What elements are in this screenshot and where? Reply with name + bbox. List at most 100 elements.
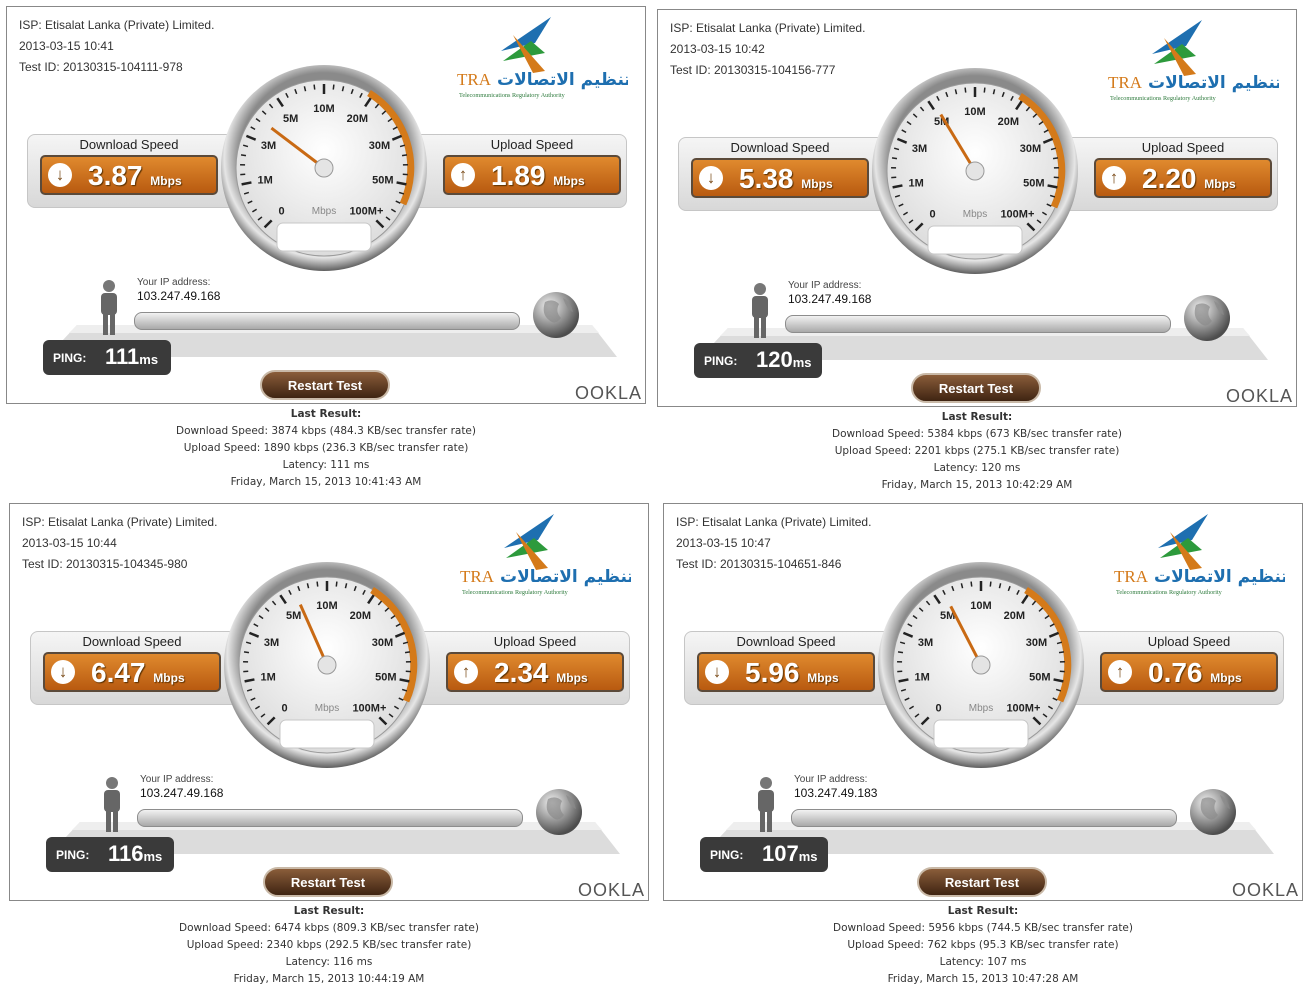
gauge-tick-label: 50M (1023, 178, 1044, 190)
download-value: 3.87 Mbps (88, 160, 182, 192)
result-upload: Upload Speed: 762 kbps (95.3 KB/sec tran… (847, 939, 1119, 951)
tra-full-name: Telecommunications Regulatory Authority (1110, 95, 1217, 102)
restart-test-button[interactable]: Restart Test (260, 370, 390, 400)
ookla-logo: OOKLA (578, 880, 646, 900)
result-date: Friday, March 15, 2013 10:41:43 AM (230, 476, 422, 488)
ip-address: 103.247.49.168 (140, 786, 224, 800)
download-arrow-icon: ↓ (699, 166, 723, 190)
upload-number: 2.34 (494, 657, 549, 688)
globe-icon (533, 292, 579, 338)
gauge-unit: Mbps (963, 209, 987, 220)
tra-full-name: Telecommunications Regulatory Authority (1116, 589, 1223, 596)
ping-label: PING: (710, 848, 744, 862)
person-icon (758, 777, 774, 832)
speedtest-frame: ISP: Etisalat Lanka (Private) Limited. 2… (6, 6, 646, 404)
ip-label: Your IP address: (140, 774, 214, 785)
download-arrow-icon: ↓ (48, 163, 72, 187)
download-unit: Mbps (150, 174, 182, 188)
last-result-title: Last Result: (947, 905, 1019, 917)
gauge-unit: Mbps (315, 703, 339, 714)
download-number: 6.47 (91, 657, 146, 688)
test-id: Test ID: 20130315-104111-978 (19, 60, 183, 74)
last-result: Last Result: Download Speed: 6474 kbps (… (9, 903, 649, 988)
ping-value: 120ms (756, 347, 812, 373)
gauge-tick (989, 581, 992, 587)
upload-label: Upload Speed (490, 137, 574, 152)
tra-arabic-name: هيئة تنظيم الاتصالات (1154, 567, 1285, 587)
ookla-logo: OOKLA (1226, 386, 1294, 406)
speedtest-frame: ISP: Etisalat Lanka (Private) Limited. 2… (9, 503, 649, 901)
upload-bar: ↑ 2.34 Mbps (446, 652, 624, 692)
ping-label: PING: (704, 354, 738, 368)
upload-label: Upload Speed (1147, 634, 1231, 649)
gauge-tick (335, 581, 338, 587)
last-result-title: Last Result: (293, 905, 365, 917)
gauge-tick-label: 50M (1029, 672, 1050, 684)
tra-arabic-name: هيئة تنظيم الاتصالات (500, 567, 631, 587)
ping-box: PING: 111ms (43, 340, 171, 375)
upload-arrow-icon: ↑ (454, 660, 478, 684)
download-label: Download Speed (730, 140, 830, 155)
gauge-hub (317, 655, 337, 675)
gauge-tick-label: 50M (375, 672, 396, 684)
ookla-logo: OOKLA (575, 383, 643, 403)
gauge-tick (240, 154, 247, 157)
result-latency: Latency: 120 ms (933, 462, 1021, 474)
upload-value: 1.89 Mbps (491, 160, 585, 192)
download-label: Download Speed (736, 634, 836, 649)
gauge-tick-label: 100M+ (352, 702, 386, 714)
test-info: ISP: Etisalat Lanka (Private) Limited. 2… (676, 512, 871, 575)
tra-logo: TRA هيئة تنظيم الاتصالات Telecommunicati… (1114, 514, 1285, 596)
download-speed-box: Download Speed ↓ 5.38 Mbps (691, 140, 869, 198)
gauge-tick-label: 1M (261, 672, 276, 684)
restart-test-button[interactable]: Restart Test (263, 867, 393, 897)
gauge-readout-window (279, 719, 375, 749)
gauge-readout-window (276, 222, 372, 252)
person-icon (752, 283, 768, 338)
gauge-tick (897, 651, 904, 654)
transfer-track (137, 809, 523, 827)
upload-unit: Mbps (553, 174, 585, 188)
ping-number: 120 (756, 347, 793, 372)
gauge-tick-label: 1M (258, 175, 273, 187)
test-datetime: 2013-03-15 10:41 (19, 39, 114, 53)
isp-name: ISP: Etisalat Lanka (Private) Limited. (676, 515, 872, 529)
ping-value: 116ms (108, 841, 162, 867)
download-number: 3.87 (88, 160, 143, 191)
gauge-tick-label: 100M+ (1000, 208, 1034, 220)
upload-unit: Mbps (1204, 177, 1236, 191)
gauge-tick-label: 10M (316, 600, 337, 612)
download-arrow-icon: ↓ (51, 660, 75, 684)
download-bar: ↓ 3.87 Mbps (40, 155, 218, 195)
ip-address: 103.247.49.168 (788, 292, 872, 306)
upload-value: 0.76 Mbps (1148, 657, 1242, 689)
upload-unit: Mbps (556, 671, 588, 685)
gauge-tick-label: 10M (964, 106, 985, 118)
tra-arabic-name: هيئة تنظيم الاتصالات (1148, 73, 1279, 93)
gauge-tick-label: 30M (1026, 637, 1047, 649)
gauge-tick-label: 10M (313, 103, 334, 115)
upload-number: 0.76 (1148, 657, 1203, 688)
ip-address-box: Your IP address: 103.247.49.168 (140, 774, 223, 800)
gauge-tick-label: 0 (282, 702, 288, 714)
restart-test-button[interactable]: Restart Test (911, 373, 1041, 403)
gauge-tick (332, 84, 335, 90)
upload-number: 1.89 (491, 160, 546, 191)
upload-arrow-icon: ↑ (1108, 660, 1132, 684)
upload-speed-box: Upload Speed ↑ 1.89 Mbps (443, 137, 621, 195)
restart-test-button[interactable]: Restart Test (917, 867, 1047, 897)
result-download: Download Speed: 5956 kbps (744.5 KB/sec … (833, 922, 1133, 934)
upload-speed-box: Upload Speed ↑ 2.20 Mbps (1094, 140, 1272, 198)
speed-gauge: 0 1M 3M 5M 10M 20M 30M 50M 100M+ Mbps (224, 562, 430, 768)
test-datetime: 2013-03-15 10:44 (22, 536, 117, 550)
upload-unit: Mbps (1210, 671, 1242, 685)
gauge-tick-label: 0 (936, 702, 942, 714)
result-upload: Upload Speed: 2201 kbps (275.1 KB/sec tr… (834, 445, 1120, 457)
gauge-tick-label: 5M (283, 113, 298, 125)
globe-icon (536, 789, 582, 835)
tra-abbr: TRA (460, 567, 495, 586)
person-icon (104, 777, 120, 832)
download-number: 5.38 (739, 163, 794, 194)
ping-unit: ms (798, 849, 818, 864)
ping-unit: ms (792, 355, 812, 370)
